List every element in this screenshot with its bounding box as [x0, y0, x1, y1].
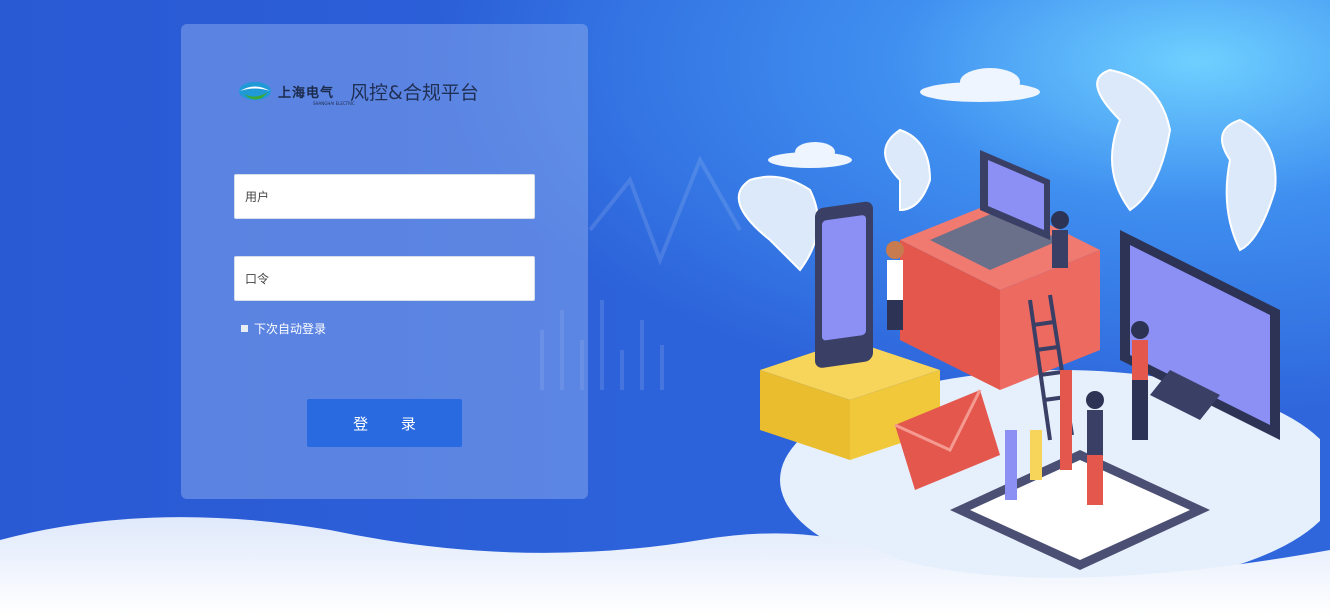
password-input[interactable] [234, 256, 535, 301]
remember-me-label: 下次自动登录 [254, 322, 327, 336]
checkbox-box[interactable] [241, 325, 248, 332]
app-title: 风控&合规平台 [350, 81, 479, 104]
username-input[interactable] [234, 174, 535, 219]
brand-header: 上海电气 SHANGHAI ELECTRIC 风控&合规平台 [238, 76, 479, 106]
logo-text: 上海电气 [278, 85, 335, 101]
logo-wordmark: 上海电气 SHANGHAI ELECTRIC [272, 82, 355, 106]
shanghai-electric-logo-icon [239, 82, 271, 100]
logo-subtext: SHANGHAI ELECTRIC [313, 100, 355, 106]
login-card: 上海电气 SHANGHAI ELECTRIC 风控&合规平台 下次自动登录 登 … [181, 24, 588, 499]
remember-me-checkbox[interactable]: 下次自动登录 [241, 320, 326, 337]
bottom-wave [0, 517, 1330, 616]
laptop-block [900, 150, 1100, 390]
login-button[interactable]: 登 录 [307, 399, 462, 447]
